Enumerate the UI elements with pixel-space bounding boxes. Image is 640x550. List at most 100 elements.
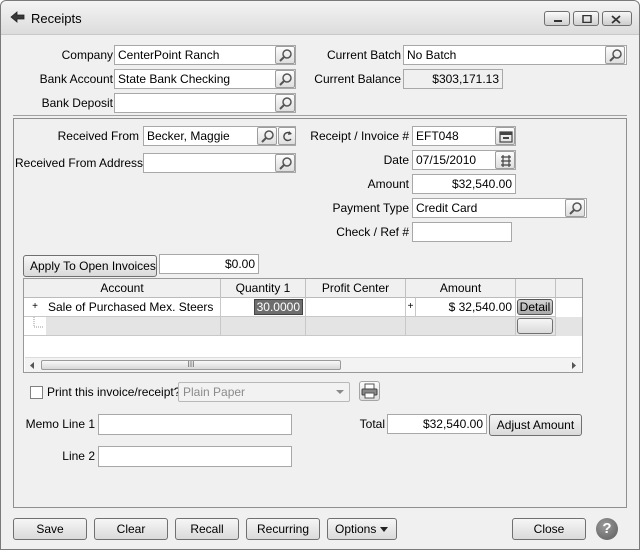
new-row-profit-center-cell[interactable] [306,317,406,336]
company-field[interactable]: CenterPoint Ranch [114,45,296,65]
grid-header: Account Quantity 1 Profit Center Amount [24,279,582,298]
scroll-right-icon[interactable] [570,361,578,370]
split-marker: + [406,298,416,317]
header-divider [13,115,627,116]
print-button[interactable] [359,381,380,401]
table-row[interactable]: + Sale of Purchased Mex. Steers 30.0000 … [24,298,582,317]
scroll-left-icon[interactable] [28,361,36,370]
invoice-number-button[interactable] [495,127,515,145]
calendar-icon [499,131,513,143]
close-button[interactable]: Close [512,518,586,540]
refresh-icon [283,131,292,142]
current-batch-field[interactable]: No Batch [403,45,627,65]
dropdown-arrow-icon [380,527,388,532]
new-row-detail-cell [516,317,556,336]
magnifier-icon [609,49,622,62]
magnifier-icon [569,202,582,215]
new-row[interactable] [24,317,582,336]
received-from-address-lookup-button[interactable] [275,154,295,172]
row-expander-icon[interactable]: + [24,298,46,317]
column-header-profit-center[interactable]: Profit Center [306,279,406,298]
bank-account-label: Bank Account [39,72,113,86]
distribution-grid: Account Quantity 1 Profit Center Amount … [23,278,583,373]
apply-to-open-invoices-button[interactable]: Apply To Open Invoices [23,255,157,277]
amount-field[interactable]: $32,540.00 [412,174,516,194]
memo-line2-label: Line 2 [62,449,95,463]
received-from-refresh-button[interactable] [278,127,296,145]
check-ref-field[interactable] [412,222,512,242]
recall-button[interactable]: Recall [175,518,239,540]
date-label: Date [383,153,409,167]
payment-type-label: Payment Type [332,201,410,215]
printer-icon [361,383,378,399]
new-row-quantity-cell[interactable] [221,317,306,336]
amount-label: Amount [367,177,409,191]
current-batch-lookup-button[interactable] [605,46,625,64]
close-window-button[interactable] [602,11,632,26]
options-button[interactable]: Options [327,518,397,540]
date-picker-button[interactable] [495,151,515,169]
paper-type-value: Plain Paper [183,385,246,399]
payment-type-lookup-button[interactable] [565,199,585,217]
paper-type-select[interactable]: Plain Paper [178,382,350,402]
close-icon [611,15,621,24]
receipt-arrow-icon [10,10,26,24]
magnifier-icon [279,157,292,170]
current-batch-label: Current Batch [326,48,401,62]
bank-deposit-lookup-button[interactable] [275,94,295,112]
column-header-amount[interactable]: Amount [406,279,516,298]
amount-cell[interactable]: $ 32,540.00 [416,298,516,317]
options-label: Options [335,522,377,536]
memo-line1-field[interactable] [98,414,292,435]
clear-button[interactable]: Clear [94,518,168,540]
memo-line2-field[interactable] [98,446,292,467]
bank-deposit-field[interactable] [114,93,296,113]
print-invoice-checkbox[interactable] [30,386,43,399]
company-label: Company [61,48,113,62]
column-header-account[interactable]: Account [24,279,221,298]
column-header-action [516,279,556,298]
calendar-icon [501,155,511,167]
adjust-amount-button[interactable]: Adjust Amount [489,414,582,436]
scroll-thumb[interactable]: III [41,360,341,370]
company-lookup-button[interactable] [275,46,295,64]
title-bar: Receipts [1,1,639,35]
horizontal-scrollbar[interactable]: III [25,357,581,372]
quantity-cell[interactable]: 30.0000 [221,298,306,317]
account-cell[interactable]: Sale of Purchased Mex. Steers [46,298,221,317]
detail-cell: Detail [516,298,556,317]
memo-line1-label: Memo Line 1 [25,417,95,431]
new-row-account-cell[interactable] [46,317,221,336]
magnifier-icon [279,97,292,110]
magnifier-icon [279,49,292,62]
payment-type-field[interactable]: Credit Card [412,198,587,218]
quantity-value[interactable]: 30.0000 [253,299,303,315]
maximize-icon [582,15,592,23]
chevron-down-icon [336,390,344,394]
invoice-number-label: Receipt / Invoice # [310,129,409,143]
new-row-amount-cell[interactable] [406,317,516,336]
new-row-detail-button[interactable] [517,318,553,334]
detail-button[interactable]: Detail [517,299,553,315]
column-header-quantity[interactable]: Quantity 1 [221,279,306,298]
minimize-button[interactable] [544,11,570,26]
received-from-label: Received From [57,129,139,143]
save-button[interactable]: Save [13,518,87,540]
profit-center-cell[interactable] [306,298,406,317]
minimize-icon [554,20,562,22]
bank-account-field[interactable]: State Bank Checking [114,69,296,89]
recurring-button[interactable]: Recurring [246,518,320,540]
received-from-lookup-button[interactable] [257,127,277,145]
applied-amount-field: $0.00 [159,254,259,274]
print-invoice-label: Print this invoice/receipt? [47,385,181,399]
new-row-tree-line [24,317,46,336]
current-balance-value: $303,171.13 [403,69,503,89]
help-icon[interactable]: ? [596,518,618,540]
receipts-window: Receipts Company CenterPoint Ranch Bank … [0,0,640,550]
maximize-button[interactable] [573,11,599,26]
received-from-address-label: Received From Address [15,156,144,170]
check-ref-label: Check / Ref # [336,225,409,239]
total-label: Total [359,417,385,431]
received-from-address-field[interactable] [143,153,296,173]
bank-deposit-label: Bank Deposit [41,96,113,110]
